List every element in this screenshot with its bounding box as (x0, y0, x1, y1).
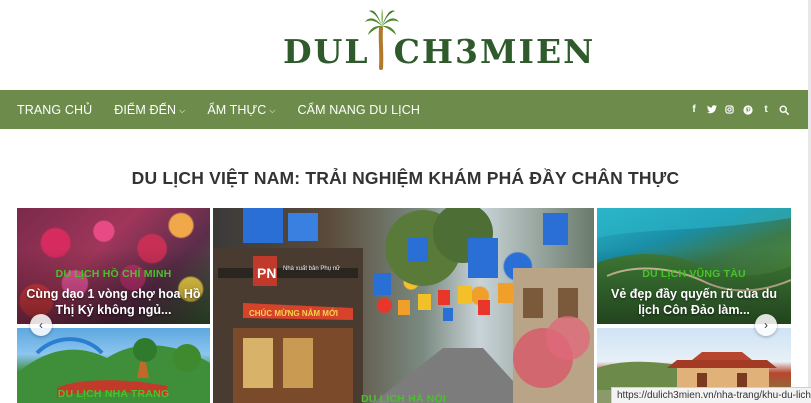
featured-post-card[interactable]: PN Nhà xuất bản Phụ nữ CHÚC MỪNG NĂM MỚI (213, 208, 594, 403)
post-title[interactable]: Cùng dạo 1 vòng chợ hoa Hồ Thị Kỷ không … (25, 286, 202, 319)
chevron-down-icon: ⌵ (179, 105, 186, 115)
post-category[interactable]: DU LỊCH HỒ CHÍ MINH (17, 268, 210, 280)
pinterest-icon[interactable] (743, 104, 753, 115)
slider-prev-button[interactable]: ‹ (30, 314, 52, 336)
post-category[interactable]: DU LỊCH NHA TRANG (17, 388, 210, 400)
featured-post-card[interactable]: DU LỊCH VŨNG TÀU Vẻ đẹp đầy quyến rũ của… (597, 208, 791, 324)
site-header: DUL CH3MIEN (0, 0, 811, 90)
search-icon[interactable] (779, 104, 789, 115)
nav-item-trang-chu[interactable]: Trang Chủ (17, 103, 92, 117)
link-status-url: https://dulich3mien.vn/nha-trang/khu-du-… (611, 387, 811, 403)
logo-text-right: CH3MIEN (393, 32, 596, 71)
social-links: f t (689, 90, 789, 129)
nav-item-am-thuc[interactable]: Ẩm Thực ⌵ (207, 103, 275, 117)
post-category[interactable]: DU LỊCH VŨNG TÀU (597, 268, 791, 280)
nav-item-label: Điểm Đến (114, 102, 177, 117)
featured-post-card[interactable]: DU LỊCH NHA TRANG (17, 328, 210, 403)
sign-banner: CHÚC MỪNG NĂM MỚI (249, 309, 338, 318)
chevron-down-icon: ⌵ (269, 105, 276, 115)
facebook-icon[interactable]: f (689, 104, 699, 115)
featured-post-card[interactable]: DU LỊCH HỒ CHÍ MINH Cùng dạo 1 vòng chợ … (17, 208, 210, 324)
logo-text-left: DUL (283, 32, 370, 71)
section-heading: DU LỊCH VIỆT NAM: TRẢI NGHIỆM KHÁM PHÁ Đ… (131, 168, 680, 188)
lantern-street-illustration: PN Nhà xuất bản Phụ nữ CHÚC MỪNG NĂM MỚI (213, 208, 594, 403)
sign-small: Nhà xuất bản Phụ nữ (283, 266, 340, 272)
post-title[interactable]: Vẻ đẹp đầy quyến rũ của du lịch Côn Đảo … (605, 286, 783, 319)
nav-item-cam-nang-du-lich[interactable]: Cẩm Nang Du Lịch (298, 103, 420, 117)
palm-tree-icon (364, 8, 399, 70)
nav-item-diem-den[interactable]: Điểm Đến ⌵ (114, 103, 185, 117)
nav-item-label: Ẩm Thực (207, 102, 267, 117)
post-category[interactable]: DU LỊCH HÀ NỘI (213, 393, 594, 403)
nav-item-label: Cẩm Nang Du Lịch (297, 102, 420, 117)
slider-next-button[interactable]: › (755, 314, 777, 336)
tumblr-icon[interactable]: t (761, 104, 771, 115)
site-logo[interactable]: DUL CH3MIEN (283, 8, 596, 71)
chevron-left-icon: ‹ (39, 318, 43, 332)
nav-item-label: Trang Chủ (17, 102, 93, 117)
instagram-icon[interactable] (725, 105, 735, 114)
main-navigation: Trang Chủ Điểm Đến ⌵ Ẩm Thực ⌵ Cẩm Nang … (0, 90, 811, 129)
chevron-right-icon: › (764, 318, 768, 332)
sign-pn: PN (257, 265, 276, 281)
twitter-icon[interactable] (707, 105, 717, 114)
